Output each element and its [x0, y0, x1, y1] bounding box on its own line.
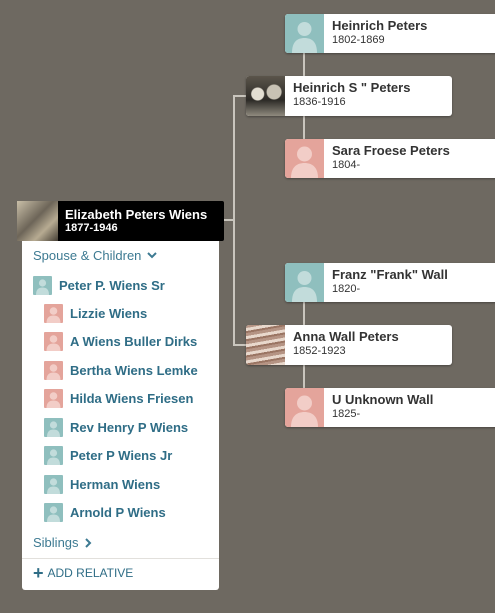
female-avatar-icon [44, 389, 63, 408]
person-card-u-unknown-wall[interactable]: U Unknown Wall 1825- [285, 388, 495, 427]
connector-line [303, 52, 305, 77]
spouse-item[interactable]: Peter P. Wiens Sr [33, 276, 165, 295]
spouse-children-toggle[interactable]: Spouse & Children [33, 248, 158, 263]
divider [22, 558, 219, 559]
person-photo [17, 201, 58, 241]
person-name: Heinrich Peters [332, 18, 428, 33]
spouse-children-label: Spouse & Children [33, 248, 142, 263]
person-dates: 1877-1946 [65, 222, 118, 234]
child-item[interactable]: Rev Henry P Wiens [44, 418, 188, 437]
child-name: Rev Henry P Wiens [70, 420, 189, 435]
child-name: A Wiens Buller Dirks [70, 334, 198, 349]
female-avatar-icon [285, 388, 324, 427]
person-name: Heinrich S " Peters [293, 80, 411, 95]
add-relative-label: ADD RELATIVE [47, 566, 134, 580]
child-item[interactable]: Arnold P Wiens [44, 503, 166, 522]
person-name: Franz "Frank" Wall [332, 267, 448, 282]
child-name: Arnold P Wiens [70, 505, 166, 520]
child-name: Bertha Wiens Lemke [70, 363, 198, 378]
person-dates: 1820- [332, 283, 361, 295]
siblings-label: Siblings [33, 535, 79, 550]
person-name: Elizabeth Peters Wiens [65, 207, 208, 222]
focus-person-card[interactable]: Elizabeth Peters Wiens 1877-1946 [17, 201, 224, 241]
connector-line [233, 344, 247, 346]
plus-icon: + [33, 563, 44, 583]
siblings-toggle[interactable]: Siblings [33, 535, 92, 550]
person-dates: 1852-1923 [293, 345, 346, 357]
chevron-down-icon [147, 252, 158, 259]
person-dates: 1836-1916 [293, 96, 346, 108]
person-dates: 1825- [332, 408, 361, 420]
child-item[interactable]: Hilda Wiens Friesen [44, 389, 193, 408]
person-card-heinrich-peters[interactable]: Heinrich Peters 1802-1869 [285, 14, 495, 53]
male-avatar-icon [285, 263, 324, 302]
child-item[interactable]: Herman Wiens [44, 475, 160, 494]
male-avatar-icon [33, 276, 52, 295]
person-dates: 1802-1869 [332, 34, 385, 46]
add-relative-button[interactable]: + ADD RELATIVE [33, 563, 134, 583]
connector-line [233, 95, 247, 97]
child-name: Hilda Wiens Friesen [70, 391, 194, 406]
child-name: Lizzie Wiens [70, 306, 148, 321]
chevron-right-icon [84, 537, 91, 548]
child-item[interactable]: Peter P Wiens Jr [44, 446, 172, 465]
male-avatar-icon [44, 446, 63, 465]
female-avatar-icon [44, 304, 63, 323]
connector-line [303, 115, 305, 139]
person-name: U Unknown Wall [332, 392, 434, 407]
child-name: Peter P Wiens Jr [70, 448, 173, 463]
person-name: Sara Froese Peters [332, 143, 450, 158]
child-name: Herman Wiens [70, 477, 161, 492]
person-name: Anna Wall Peters [293, 329, 399, 344]
child-item[interactable]: Lizzie Wiens [44, 304, 147, 323]
child-item[interactable]: A Wiens Buller Dirks [44, 332, 197, 351]
male-avatar-icon [44, 503, 63, 522]
male-avatar-icon [44, 475, 63, 494]
male-avatar-icon [285, 14, 324, 53]
person-photo [246, 76, 285, 116]
person-dates: 1804- [332, 159, 361, 171]
family-panel: Spouse & Children Peter P. Wiens Sr Lizz… [22, 241, 219, 590]
connector-line [233, 95, 235, 345]
female-avatar-icon [44, 332, 63, 351]
person-card-anna-wall-peters[interactable]: Anna Wall Peters 1852-1923 [246, 325, 452, 365]
connector-line [303, 364, 305, 389]
child-item[interactable]: Bertha Wiens Lemke [44, 361, 198, 380]
spouse-name: Peter P. Wiens Sr [59, 278, 165, 293]
person-card-franz-wall[interactable]: Franz "Frank" Wall 1820- [285, 263, 495, 302]
person-photo [246, 325, 285, 365]
person-card-sara-froese-peters[interactable]: Sara Froese Peters 1804- [285, 139, 495, 178]
female-avatar-icon [285, 139, 324, 178]
connector-line [303, 302, 305, 326]
male-avatar-icon [44, 418, 63, 437]
person-card-heinrich-s-peters[interactable]: Heinrich S " Peters 1836-1916 [246, 76, 452, 116]
female-avatar-icon [44, 361, 63, 380]
